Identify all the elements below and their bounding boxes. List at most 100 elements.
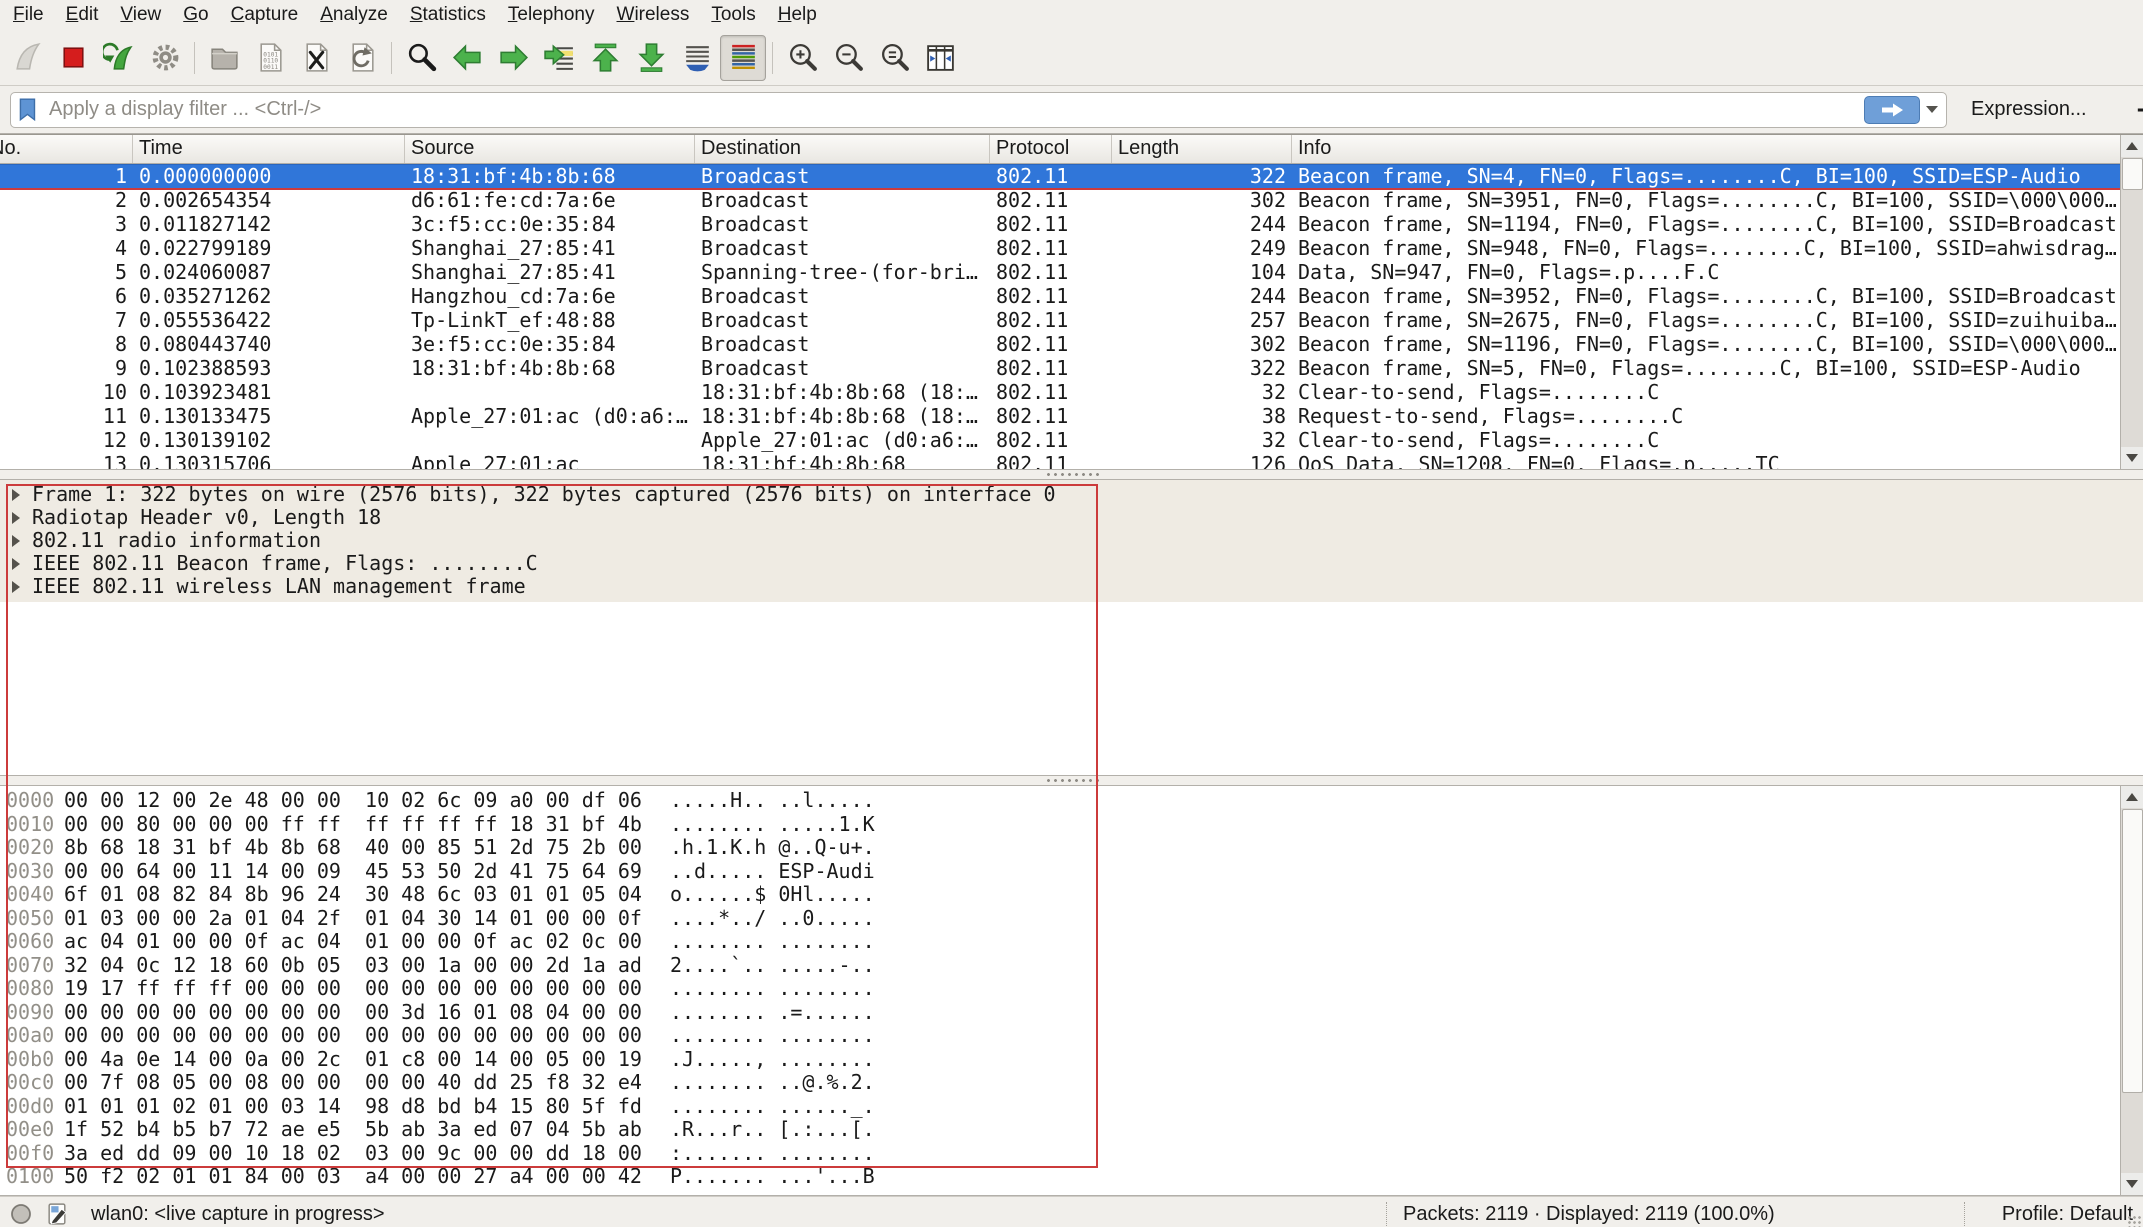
packet-row[interactable]: 130.130315706Apple_27:01:ac18:31:bf:4b:8… [0,452,2120,469]
menu-edit[interactable]: Edit [55,0,110,30]
hex-row[interactable]: 00c000 7f 08 05 00 08 00 00 00 00 40 dd … [0,1071,2120,1095]
go-first-button[interactable] [582,35,628,81]
expander-icon[interactable] [12,535,20,547]
column-header-protocol[interactable]: Protocol [990,135,1112,163]
file-save-button[interactable]: 010101100011 [247,35,293,81]
hex-bytes[interactable]: 00 00 64 00 11 14 00 09 45 53 50 2d 41 7… [64,860,642,884]
hex-bytes[interactable]: 32 04 0c 12 18 60 0b 05 03 00 1a 00 00 2… [64,954,642,978]
packet-row[interactable]: 100.10392348118:31:bf:4b:8b:68 (18:…802.… [0,380,2120,404]
expander-icon[interactable] [12,489,20,501]
go-last-button[interactable] [628,35,674,81]
expert-info-icon[interactable] [10,1203,32,1225]
detail-tree-row[interactable]: Frame 1: 322 bytes on wire (2576 bits), … [0,483,2143,506]
packet-list-scrollbar[interactable] [2120,135,2143,469]
hex-row[interactable]: 00208b 68 18 31 bf 4b 8b 68 40 00 85 51 … [0,836,2120,860]
hex-ascii[interactable]: ........ ........ [670,1024,875,1048]
detail-tree-row[interactable]: IEEE 802.11 Beacon frame, Flags: .......… [0,552,2143,575]
detail-tree-row[interactable]: IEEE 802.11 wireless LAN management fram… [0,575,2143,598]
hex-ascii[interactable]: ........ ........ [670,977,875,1001]
expander-icon[interactable] [12,512,20,524]
packet-row[interactable]: 70.055536422Tp-LinkT_ef:48:88Broadcast80… [0,308,2120,332]
auto-scroll-button[interactable] [674,35,720,81]
hex-ascii[interactable]: :....... ........ [670,1142,875,1166]
capture-comment-icon[interactable] [46,1202,69,1227]
hex-ascii[interactable]: o......$ 0Hl..... [670,883,875,907]
scrollbar-down-icon[interactable] [2121,1173,2143,1195]
find-packet-button[interactable] [398,35,444,81]
scrollbar-down-icon[interactable] [2121,447,2143,469]
expander-icon[interactable] [12,558,20,570]
capture-stop-button[interactable] [50,35,96,81]
menu-statistics[interactable]: Statistics [399,0,497,30]
hex-row[interactable]: 005001 03 00 00 2a 01 04 2f 01 04 30 14 … [0,907,2120,931]
splitter-handle[interactable] [1045,472,1099,477]
splitter-packet-details[interactable] [0,469,2143,480]
hex-ascii[interactable]: ........ ......_. [670,1095,875,1119]
packet-row[interactable]: 20.002654354d6:61:fe:cd:7a:6eBroadcast80… [0,188,2120,212]
scrollbar-track[interactable] [2121,157,2143,447]
hex-ascii[interactable]: .R...r.. [.:...[. [670,1118,875,1142]
hex-row[interactable]: 003000 00 64 00 11 14 00 09 45 53 50 2d … [0,860,2120,884]
scrollbar-thumb[interactable] [2122,158,2143,190]
packet-row[interactable]: 90.10238859318:31:bf:4b:8b:68Broadcast80… [0,356,2120,380]
column-header-destination[interactable]: Destination [695,135,990,163]
hex-ascii[interactable]: ..d..... ESP-Audi [670,860,875,884]
hex-ascii[interactable]: .h.1.K.h @..Q-u+. [670,836,875,860]
hex-row[interactable]: 00e01f 52 b4 b5 b7 72 ae e5 5b ab 3a ed … [0,1118,2120,1142]
column-header-length[interactable]: Length [1112,135,1292,163]
display-filter-input[interactable] [47,97,1864,122]
expander-icon[interactable] [12,581,20,593]
hex-bytes[interactable]: 00 00 00 00 00 00 00 00 00 00 00 00 00 0… [64,1024,642,1048]
menu-go[interactable]: Go [172,0,219,30]
scrollbar-thumb[interactable] [2122,809,2143,1093]
hex-row[interactable]: 00a000 00 00 00 00 00 00 00 00 00 00 00 … [0,1024,2120,1048]
packet-row[interactable]: 80.0804437403e:f5:cc:0e:35:84Broadcast80… [0,332,2120,356]
hex-ascii[interactable]: 2....`.. .....-.. [670,954,875,978]
zoom-original-button[interactable] [871,35,917,81]
hex-ascii[interactable]: ....*../ ..0..... [670,907,875,931]
hex-row[interactable]: 007032 04 0c 12 18 60 0b 05 03 00 1a 00 … [0,954,2120,978]
hex-bytes[interactable]: 01 03 00 00 2a 01 04 2f 01 04 30 14 01 0… [64,907,642,931]
add-filter-button[interactable]: + [2137,94,2143,126]
detail-tree-row[interactable]: 802.11 radio information [0,529,2143,552]
hex-row[interactable]: 009000 00 00 00 00 00 00 00 00 3d 16 01 … [0,1001,2120,1025]
hex-bytes[interactable]: 01 01 01 02 01 00 03 14 98 d8 bd b4 15 8… [64,1095,642,1119]
expression-button[interactable]: Expression... [1971,98,2087,121]
hex-ascii[interactable]: ........ ..@.%.2. [670,1071,875,1095]
packet-row[interactable]: 110.130133475Apple_27:01:ac (d0:a6:…18:3… [0,404,2120,428]
packet-row[interactable]: 50.024060087Shanghai_27:85:41Spanning-tr… [0,260,2120,284]
hex-row[interactable]: 010050 f2 02 01 01 84 00 03 a4 00 00 27 … [0,1165,2120,1189]
go-to-packet-button[interactable] [536,35,582,81]
menu-wireless[interactable]: Wireless [606,0,701,30]
hex-bytes[interactable]: 00 7f 08 05 00 08 00 00 00 00 40 dd 25 f… [64,1071,642,1095]
file-open-button[interactable] [201,35,247,81]
hex-ascii[interactable]: ........ ........ [670,930,875,954]
packet-row[interactable]: 120.130139102Apple_27:01:ac (d0:a6:…802.… [0,428,2120,452]
menu-file[interactable]: File [2,0,55,30]
profile-text[interactable]: Profile: Default [2002,1203,2133,1226]
hex-bytes[interactable]: 00 4a 0e 14 00 0a 00 2c 01 c8 00 14 00 0… [64,1048,642,1072]
column-header-no[interactable]: No. [0,135,133,163]
colorize-button[interactable] [720,35,766,81]
scrollbar-up-icon[interactable] [2121,786,2143,808]
hex-bytes[interactable]: 3a ed dd 09 00 10 18 02 03 00 9c 00 00 d… [64,1142,642,1166]
column-header-info[interactable]: Info [1292,135,2120,163]
file-reload-button[interactable] [339,35,385,81]
go-back-button[interactable] [444,35,490,81]
file-close-button[interactable] [293,35,339,81]
zoom-in-button[interactable] [779,35,825,81]
splitter-handle[interactable] [1045,778,1099,783]
packet-row[interactable]: 40.022799189Shanghai_27:85:41Broadcast80… [0,236,2120,260]
apply-filter-button[interactable] [1864,96,1920,124]
go-forward-button[interactable] [490,35,536,81]
hex-ascii[interactable]: ........ .=...... [670,1001,875,1025]
hex-row[interactable]: 0060ac 04 01 00 00 0f ac 04 01 00 00 0f … [0,930,2120,954]
menu-help[interactable]: Help [767,0,828,30]
hex-bytes[interactable]: 6f 01 08 82 84 8b 96 24 30 48 6c 03 01 0… [64,883,642,907]
hex-ascii[interactable]: ........ .....1.K [670,813,875,837]
hex-row[interactable]: 008019 17 ff ff ff 00 00 00 00 00 00 00 … [0,977,2120,1001]
resize-columns-button[interactable] [917,35,963,81]
packet-row[interactable]: 10.00000000018:31:bf:4b:8b:68Broadcast80… [0,164,2120,188]
filter-bookmark-icon[interactable] [17,97,39,123]
hex-bytes[interactable]: 00 00 80 00 00 00 ff ff ff ff ff ff 18 3… [64,813,642,837]
